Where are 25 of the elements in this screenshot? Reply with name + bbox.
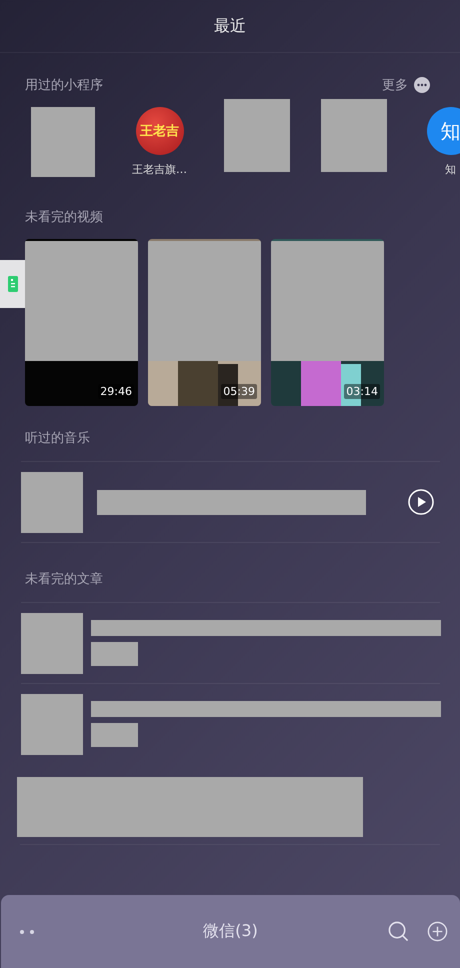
app-logo[interactable]: 知 <box>426 107 460 155</box>
more-button[interactable]: 更多 <box>382 76 430 94</box>
add-icon[interactable] <box>427 921 448 942</box>
section-title: 用过的小程序 <box>25 77 103 94</box>
app-logo[interactable]: 王老吉 <box>136 107 184 155</box>
search-icon[interactable] <box>388 921 409 942</box>
redaction-block <box>30 107 94 177</box>
document-icon <box>8 276 18 292</box>
page-title: 最近 <box>214 16 246 36</box>
video-duration: 05:39 <box>221 384 257 399</box>
redaction-block <box>91 642 138 666</box>
more-icon <box>414 77 430 93</box>
dots-icon[interactable] <box>20 930 36 934</box>
play-icon[interactable] <box>408 489 434 515</box>
section-title: 听过的音乐 <box>25 430 90 447</box>
app-label: 王老吉旗… <box>132 162 187 177</box>
app-label: 知 <box>445 162 456 177</box>
bar-title: 微信(3) <box>203 921 258 942</box>
redaction-block <box>21 472 83 532</box>
redaction-block <box>21 694 83 754</box>
redaction-block <box>21 612 83 674</box>
section-title: 未看完的视频 <box>25 209 103 226</box>
video-duration: 03:14 <box>344 384 380 399</box>
section-title: 未看完的文章 <box>25 571 103 588</box>
redaction-block <box>91 723 138 747</box>
